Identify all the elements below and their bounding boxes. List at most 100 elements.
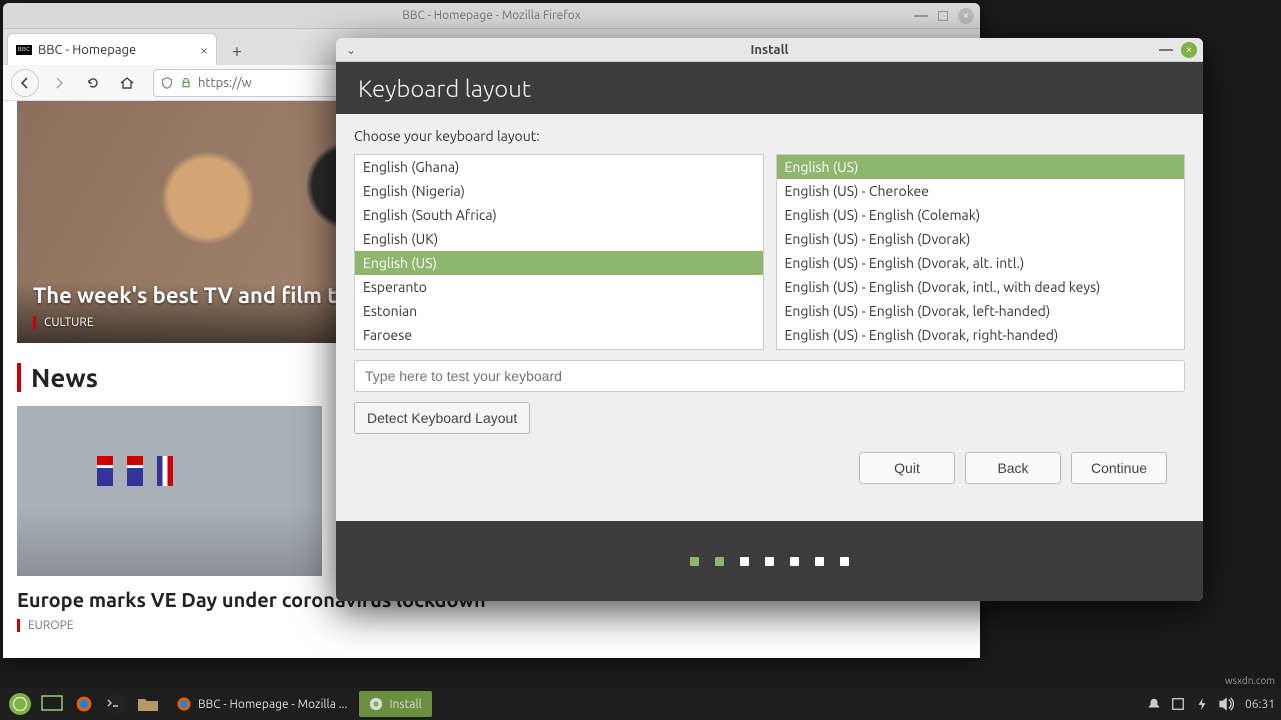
list-item[interactable]: English (US): [355, 251, 763, 275]
network-icon[interactable]: [1171, 697, 1185, 711]
close-icon[interactable]: ×: [958, 8, 974, 24]
lock-icon: [180, 77, 192, 89]
home-button[interactable]: [113, 69, 141, 97]
list-item[interactable]: English (US): [777, 155, 1185, 179]
list-item[interactable]: English (Nigeria): [355, 179, 763, 203]
list-item[interactable]: Faroese: [355, 323, 763, 347]
installer-button-row: Quit Back Continue: [354, 444, 1185, 484]
system-tray: 06:31: [1147, 697, 1275, 711]
firefox-icon: [73, 695, 95, 713]
progress-dots: [336, 521, 1203, 601]
show-desktop-button[interactable]: [38, 691, 66, 717]
firefox-icon: [176, 696, 192, 712]
volume-icon[interactable]: [1219, 697, 1235, 711]
installer-titlebar[interactable]: ⌄ Install ×: [336, 38, 1203, 62]
url-text: https://w: [198, 76, 252, 90]
detect-layout-button[interactable]: Detect Keyboard Layout: [354, 402, 530, 434]
firefox-launcher[interactable]: [70, 691, 98, 717]
news-card-category: EUROPE: [17, 619, 966, 632]
folder-icon: [137, 695, 159, 713]
progress-dot: [690, 557, 699, 566]
list-item[interactable]: English (US) - English (Dvorak, alt. int…: [777, 251, 1185, 275]
progress-dot: [790, 557, 799, 566]
keyboard-prompt: Choose your keyboard layout:: [354, 128, 1185, 144]
firefox-titlebar[interactable]: BBC - Homepage - Mozilla Firefox ×: [3, 3, 980, 29]
files-launcher[interactable]: [134, 691, 162, 717]
terminal-icon: [105, 695, 127, 713]
flag-icon: [127, 456, 143, 486]
close-icon[interactable]: ×: [1181, 42, 1197, 58]
installer-title: Install: [751, 43, 789, 57]
keyboard-lists: English (Ghana)English (Nigeria)English …: [354, 154, 1185, 350]
flag-icon: [97, 456, 113, 486]
favicon-icon: BBC: [16, 45, 32, 55]
maximize-icon[interactable]: [938, 11, 948, 21]
news-card-image[interactable]: [17, 406, 322, 576]
browser-tab[interactable]: BBC BBC - Homepage ×: [7, 33, 217, 65]
back-button[interactable]: [11, 69, 39, 97]
reload-button[interactable]: [79, 69, 107, 97]
notifications-icon[interactable]: [1147, 697, 1161, 711]
installer-heading: Keyboard layout: [336, 62, 1203, 114]
task-label: Install: [389, 698, 421, 711]
list-item[interactable]: English (South Africa): [355, 203, 763, 227]
keyboard-test-input[interactable]: [354, 360, 1185, 392]
power-icon[interactable]: [1195, 697, 1209, 711]
start-menu-button[interactable]: [6, 691, 34, 717]
forward-button[interactable]: [45, 69, 73, 97]
list-item[interactable]: English (Ghana): [355, 155, 763, 179]
list-item[interactable]: English (US) - English (Colemak): [777, 203, 1185, 227]
list-item[interactable]: English (US) - English (Dvorak): [777, 227, 1185, 251]
flags-decoration: [97, 456, 173, 486]
taskbar: BBC - Homepage - Mozilla ... Install 06:3…: [0, 688, 1281, 720]
terminal-launcher[interactable]: [102, 691, 130, 717]
continue-button[interactable]: Continue: [1071, 452, 1167, 484]
flag-icon: [157, 456, 173, 486]
task-list: BBC - Homepage - Mozilla ... Install: [166, 691, 432, 717]
progress-dot: [740, 557, 749, 566]
back-button[interactable]: Back: [965, 452, 1061, 484]
progress-dot: [815, 557, 824, 566]
desktop: BBC - Homepage - Mozilla Firefox × BBC B…: [0, 0, 1281, 720]
list-item[interactable]: Estonian: [355, 299, 763, 323]
list-item[interactable]: English (US) - English (Dvorak, intl., w…: [777, 275, 1185, 299]
taskbar-task[interactable]: BBC - Homepage - Mozilla ...: [166, 691, 357, 717]
tab-title: BBC - Homepage: [38, 43, 194, 57]
installer-window-controls: ×: [1159, 42, 1197, 58]
sport-section: Sport: [3, 638, 980, 658]
installer-body: Choose your keyboard layout: English (Gh…: [336, 114, 1203, 521]
task-label: BBC - Homepage - Mozilla ...: [198, 698, 347, 711]
list-item[interactable]: English (US) - English (Macintosh): [777, 347, 1185, 350]
home-icon: [119, 75, 135, 91]
layout-language-list[interactable]: English (Ghana)English (Nigeria)English …: [354, 154, 764, 350]
building-photo: [17, 406, 322, 576]
list-item[interactable]: English (US) - English (Dvorak, left-han…: [777, 299, 1185, 323]
list-item[interactable]: Filipino: [355, 347, 763, 350]
window-menu-icon[interactable]: ⌄: [346, 43, 356, 57]
progress-dot: [840, 557, 849, 566]
arrow-left-icon: [17, 75, 33, 91]
clock[interactable]: 06:31: [1245, 698, 1275, 711]
list-item[interactable]: Esperanto: [355, 275, 763, 299]
mint-logo-icon: [9, 693, 31, 715]
list-item[interactable]: English (US) - English (Dvorak, right-ha…: [777, 323, 1185, 347]
taskbar-task[interactable]: Install: [359, 691, 431, 717]
layout-variant-list[interactable]: English (US)English (US) - CherokeeEngli…: [776, 154, 1186, 350]
installer-window: ⌄ Install × Keyboard layout Choose your …: [336, 38, 1203, 601]
quit-button[interactable]: Quit: [859, 452, 955, 484]
list-item[interactable]: English (US) - Cherokee: [777, 179, 1185, 203]
minimize-icon[interactable]: [914, 15, 928, 17]
tab-close-icon[interactable]: ×: [200, 42, 208, 58]
firefox-window-controls: ×: [914, 8, 974, 24]
installer-icon: [369, 697, 383, 711]
firefox-window-title: BBC - Homepage - Mozilla Firefox: [402, 9, 581, 22]
reload-icon: [85, 75, 101, 91]
arrow-right-icon: [51, 75, 67, 91]
list-item[interactable]: English (UK): [355, 227, 763, 251]
watermark-text: wsxdn.com: [1225, 675, 1275, 686]
desktop-icon: [41, 695, 63, 713]
minimize-icon[interactable]: [1159, 49, 1173, 51]
new-tab-button[interactable]: +: [223, 37, 251, 65]
shield-icon: [160, 76, 174, 90]
progress-dot: [765, 557, 774, 566]
